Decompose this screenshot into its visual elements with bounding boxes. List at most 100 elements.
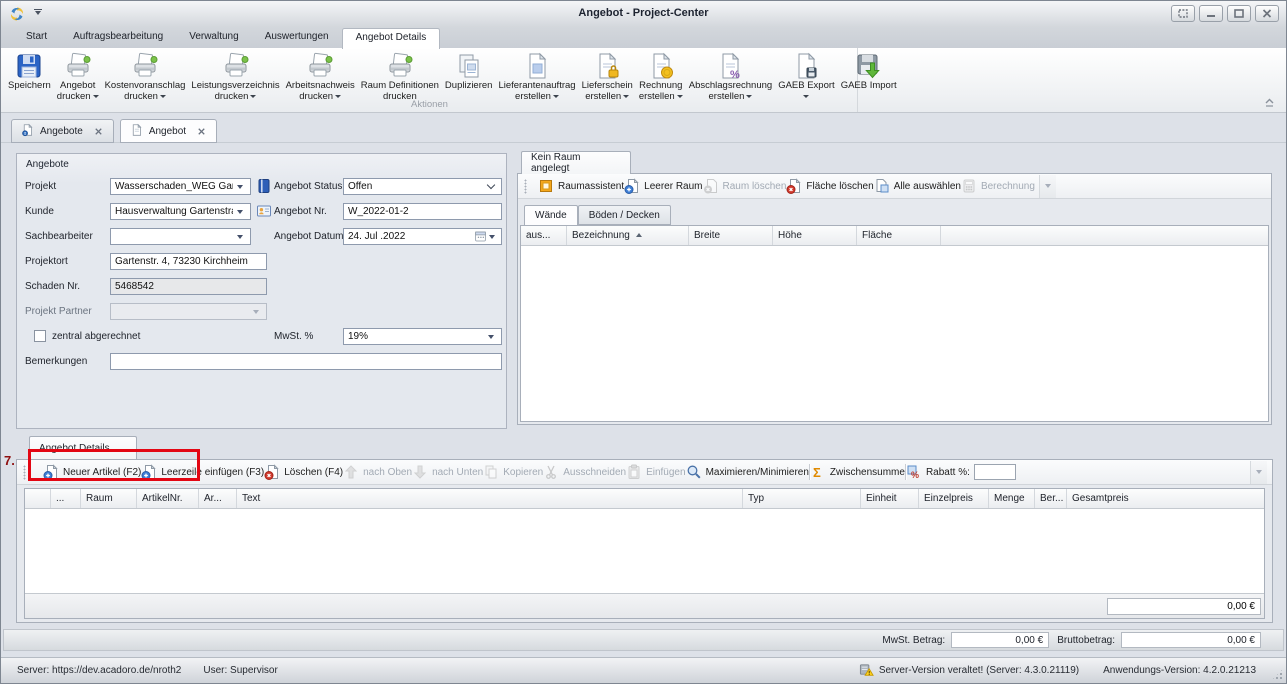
- project-book-icon[interactable]: [256, 178, 272, 194]
- subtab-boeden-decken[interactable]: Böden / Decken: [578, 205, 671, 225]
- column-header-einheit[interactable]: Einheit: [861, 489, 919, 508]
- doc-tab-angebote[interactable]: Angebote: [11, 119, 114, 143]
- calendar-icon[interactable]: [471, 229, 497, 244]
- close-button[interactable]: [1255, 5, 1279, 22]
- toolbar-overflow-button[interactable]: [1039, 175, 1056, 198]
- nach-unten-button[interactable]: nach Unten: [412, 464, 483, 480]
- combo-arrow-icon[interactable]: [484, 329, 497, 344]
- room-tab[interactable]: Kein Raum angelegt: [521, 151, 631, 174]
- column-header-filler: [941, 226, 1268, 245]
- mwst-combobox[interactable]: 19%: [343, 328, 502, 345]
- ribbon-tab-auftragsbearbeitung[interactable]: Auftragsbearbeitung: [60, 27, 176, 48]
- column-header-aus[interactable]: aus...: [521, 226, 567, 245]
- combo-arrow-icon[interactable]: [233, 204, 246, 219]
- raumassistent-button[interactable]: Raumassistent: [538, 178, 624, 194]
- angebot-status-combobox[interactable]: Offen: [343, 178, 502, 195]
- kopieren-button[interactable]: Kopieren: [483, 464, 543, 480]
- angebot-details-tab[interactable]: Angebot Details: [29, 436, 137, 459]
- column-header-hoehe[interactable]: Höhe: [773, 226, 857, 245]
- nach-oben-button[interactable]: nach Oben: [343, 464, 412, 480]
- gaeb-import-button[interactable]: GAEB Import: [838, 50, 900, 98]
- details-grid-body[interactable]: [25, 509, 1264, 593]
- speichern-button[interactable]: Speichern: [5, 50, 54, 98]
- arbeitsnachweis-drucken-button[interactable]: Arbeitsnachweis drucken: [283, 50, 358, 98]
- close-tab-icon[interactable]: [196, 126, 207, 137]
- column-header-text[interactable]: Text: [237, 489, 743, 508]
- duplizieren-button[interactable]: Duplizieren: [442, 50, 496, 98]
- maximieren-minimieren-button[interactable]: Maximieren/Minimieren: [686, 464, 809, 480]
- column-header-ber[interactable]: Ber...: [1035, 489, 1067, 508]
- ausschneiden-button[interactable]: Ausschneiden: [543, 464, 626, 480]
- resize-grip[interactable]: [1272, 669, 1283, 680]
- kunde-combobox[interactable]: Hausverwaltung Gartenstraße: [110, 203, 251, 220]
- combo-arrow-icon[interactable]: [233, 229, 246, 244]
- application-window: Angebot - Project-Center Start Auftragsb…: [0, 0, 1287, 684]
- abschlagsrechnung-erstellen-button[interactable]: % Abschlagsrechnung erstellen: [686, 50, 775, 98]
- combo-arrow-icon[interactable]: [233, 179, 246, 194]
- column-header-breite[interactable]: Breite: [689, 226, 773, 245]
- zwischensumme-button[interactable]: Σ Zwischensumme: [810, 464, 905, 480]
- angebot-drucken-button[interactable]: Angebot drucken: [54, 50, 102, 98]
- loeschen-button[interactable]: Löschen (F4): [264, 464, 343, 480]
- minimize-button[interactable]: [1199, 5, 1223, 22]
- toolbar-grip[interactable]: [23, 465, 26, 480]
- bemerkungen-input[interactable]: [110, 353, 502, 370]
- column-header-typ[interactable]: Typ: [743, 489, 861, 508]
- neuer-artikel-button[interactable]: Neuer Artikel (F2): [43, 464, 141, 480]
- zentral-abgerechnet-checkbox[interactable]: [34, 330, 46, 342]
- lieferantenauftrag-erstellen-button[interactable]: Lieferantenauftrag erstellen: [495, 50, 578, 98]
- leerzeile-einfuegen-button[interactable]: Leerzeile einfügen (F3): [141, 464, 264, 480]
- ribbon-tab-start[interactable]: Start: [13, 27, 60, 48]
- projekt-partner-label: Projekt Partner: [25, 303, 92, 320]
- leerer-raum-button[interactable]: Leerer Raum: [624, 178, 702, 194]
- column-header-einzelpreis[interactable]: Einzelpreis: [919, 489, 989, 508]
- toolbar-grip[interactable]: [524, 179, 527, 194]
- doc-tab-angebot[interactable]: Angebot: [120, 119, 217, 143]
- rabatt-input[interactable]: [974, 464, 1016, 480]
- close-tab-icon[interactable]: [93, 126, 104, 137]
- ribbon-collapse-icon[interactable]: [1262, 96, 1276, 108]
- insert-row-icon: [141, 464, 157, 480]
- column-header-gesamtpreis[interactable]: Gesamtpreis: [1067, 489, 1264, 508]
- subtab-waende[interactable]: Wände: [524, 205, 578, 226]
- sachbearbeiter-combobox[interactable]: [110, 228, 251, 245]
- ribbon-tab-auswertungen[interactable]: Auswertungen: [252, 27, 342, 48]
- raum-loeschen-button[interactable]: Raum löschen: [703, 178, 787, 194]
- berechnung-button[interactable]: Berechnung: [961, 178, 1035, 194]
- ribbon-tab-verwaltung[interactable]: Verwaltung: [176, 27, 251, 48]
- details-grid: ... Raum ArtikelNr. Ar... Text Typ Einhe…: [24, 488, 1265, 619]
- gaeb-export-button[interactable]: GAEB Export: [775, 50, 838, 98]
- leistungsverzeichnis-drucken-button[interactable]: Leistungsverzeichnis drucken: [188, 50, 282, 98]
- fullscreen-button[interactable]: [1171, 5, 1195, 22]
- column-header-bezeichnung[interactable]: Bezeichnung: [567, 226, 689, 245]
- combo-chevron-icon[interactable]: [484, 179, 497, 194]
- einfuegen-button[interactable]: Einfügen: [626, 464, 685, 480]
- kostenvoranschlag-drucken-button[interactable]: Kostenvoranschlag drucken: [102, 50, 189, 98]
- column-header-menge[interactable]: Menge: [989, 489, 1035, 508]
- lieferschein-erstellen-button[interactable]: Lieferschein erstellen: [579, 50, 636, 98]
- projekt-partner-combobox[interactable]: [110, 303, 267, 320]
- column-header-flaeche[interactable]: Fläche: [857, 226, 941, 245]
- column-header-dots[interactable]: ...: [51, 489, 81, 508]
- angebot-datum-picker[interactable]: 24. Jul .2022: [343, 228, 502, 245]
- mwst-betrag-label: MwSt. Betrag:: [882, 635, 945, 646]
- scissors-icon: [543, 464, 559, 480]
- column-header-artikelnr[interactable]: ArtikelNr.: [137, 489, 199, 508]
- rechnung-erstellen-button[interactable]: Rechnung erstellen: [636, 50, 686, 98]
- schaden-nr-input[interactable]: 5468542: [110, 278, 267, 295]
- customer-card-icon[interactable]: [256, 203, 272, 219]
- maximize-button[interactable]: [1227, 5, 1251, 22]
- document-lock-icon: [592, 51, 622, 81]
- alle-auswaehlen-button[interactable]: Alle auswählen: [874, 178, 961, 194]
- ribbon-tab-angebot-details[interactable]: Angebot Details: [342, 28, 441, 49]
- raum-definitionen-drucken-button[interactable]: Raum Definitionen drucken: [358, 50, 442, 98]
- toolbar-overflow-button[interactable]: [1250, 461, 1267, 484]
- floppy-import-icon: [854, 51, 884, 81]
- projektort-input[interactable]: Gartenstr. 4, 73230 Kirchheim: [110, 253, 267, 270]
- column-header-ar[interactable]: Ar...: [199, 489, 237, 508]
- angebot-nr-input[interactable]: W_2022-01-2: [343, 203, 502, 220]
- room-grid-body[interactable]: [521, 246, 1268, 421]
- column-header-raum[interactable]: Raum: [81, 489, 137, 508]
- flaeche-loeschen-button[interactable]: Fläche löschen: [786, 178, 873, 194]
- projekt-combobox[interactable]: Wasserschaden_WEG Garte...: [110, 178, 251, 195]
